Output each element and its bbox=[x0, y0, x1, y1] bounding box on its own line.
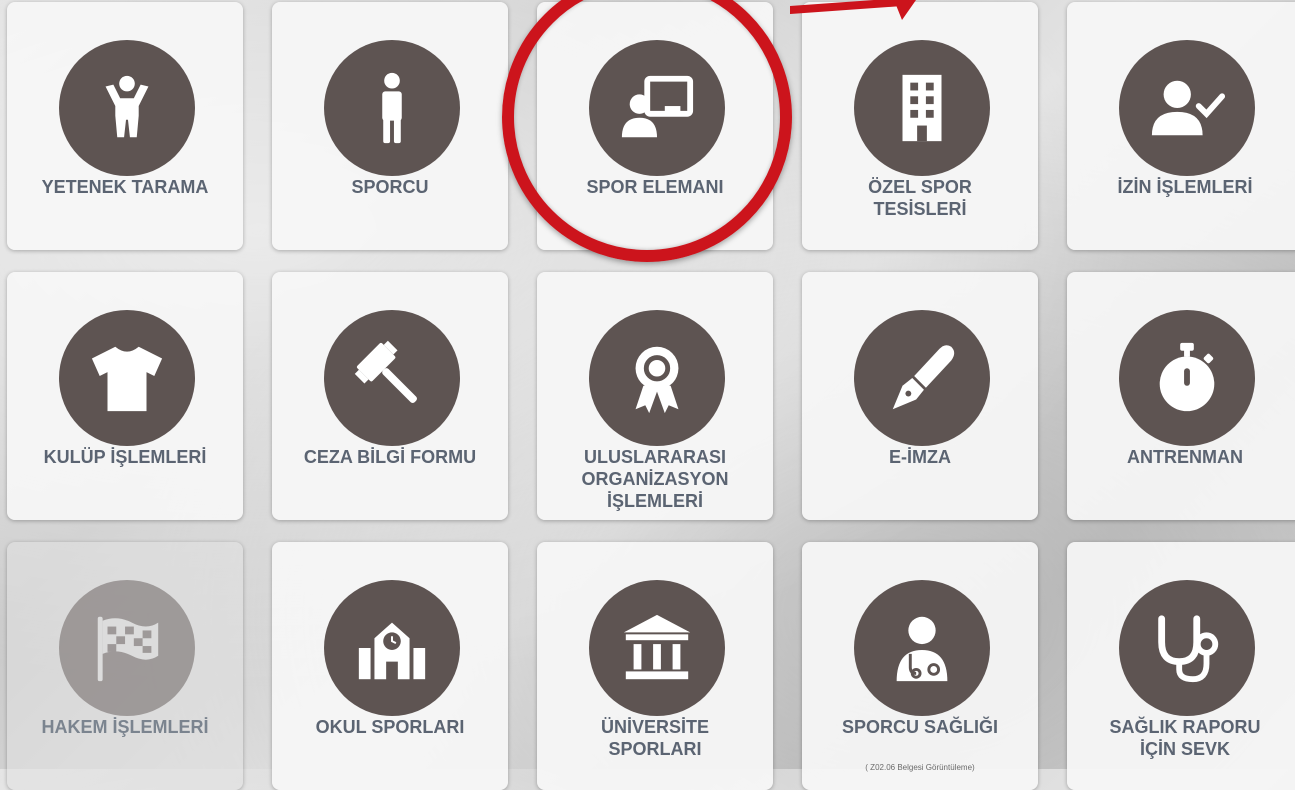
gavel-icon bbox=[324, 310, 460, 446]
stethoscope-icon bbox=[1119, 580, 1255, 716]
tile-label: ANTRENMAN bbox=[1127, 447, 1243, 467]
tile-ozel-spor-tesisleri[interactable]: ÖZEL SPOR TESİSLERİ bbox=[802, 2, 1038, 250]
tile-sporcu-sagligi[interactable]: SPORCU SAĞLIĞI ( Z02.06 Belgesi Görüntül… bbox=[802, 542, 1038, 790]
tile-izin-islemleri[interactable]: İZİN İŞLEMLERİ bbox=[1067, 2, 1295, 250]
tile-label: HAKEM İŞLEMLERİ bbox=[41, 717, 209, 737]
university-icon bbox=[589, 580, 725, 716]
tile-e-imza[interactable]: E-İMZA bbox=[802, 272, 1038, 520]
tile-label: KULÜP İŞLEMLERİ bbox=[43, 447, 207, 467]
tile-label: SPORCU SAĞLIĞI bbox=[841, 717, 998, 737]
award-ribbon-icon bbox=[589, 310, 725, 446]
tile-label: CEZA BİLGİ FORMU bbox=[303, 447, 477, 467]
presentation-board-icon bbox=[589, 40, 725, 176]
tshirt-icon bbox=[59, 310, 195, 446]
tile-label: YETENEK TARAMA bbox=[41, 177, 209, 197]
tile-ceza-bilgi-formu[interactable]: CEZA BİLGİ FORMU bbox=[272, 272, 508, 520]
person-icon bbox=[324, 40, 460, 176]
doctor-icon bbox=[854, 580, 990, 716]
tile-sporcu[interactable]: SPORCU bbox=[272, 2, 508, 250]
fountain-pen-icon bbox=[854, 310, 990, 446]
checkered-flag-icon bbox=[59, 580, 195, 716]
tile-label: ÖZEL SPOR TESİSLERİ bbox=[868, 177, 972, 219]
building-icon bbox=[854, 40, 990, 176]
user-check-icon bbox=[1119, 40, 1255, 176]
school-icon bbox=[324, 580, 460, 716]
tile-yetenek-tarama[interactable]: YETENEK TARAMA bbox=[7, 2, 243, 250]
tile-okul-sporlari[interactable]: OKUL SPORLARI bbox=[272, 542, 508, 790]
tile-label: SAĞLIK RAPORU İÇİN SEVK bbox=[1109, 717, 1261, 759]
tile-label: ULUSLARARASI ORGANİZASYON İŞLEMLERİ bbox=[581, 447, 729, 511]
child-icon bbox=[59, 40, 195, 176]
tile-label: E-İMZA bbox=[889, 447, 951, 467]
tile-saglik-raporu-icin-sevk[interactable]: SAĞLIK RAPORU İÇİN SEVK bbox=[1067, 542, 1295, 790]
tile-kulup-islemleri[interactable]: KULÜP İŞLEMLERİ bbox=[7, 272, 243, 520]
tile-label: SPORCU bbox=[351, 177, 429, 197]
tile-label: OKUL SPORLARI bbox=[315, 717, 465, 737]
tile-universite-sporlari[interactable]: ÜNİVERSİTE SPORLARI bbox=[537, 542, 773, 790]
tile-spor-elemani[interactable]: SPOR ELEMANI bbox=[537, 2, 773, 250]
tile-label: ÜNİVERSİTE SPORLARI bbox=[600, 717, 710, 759]
tile-antrenman[interactable]: ANTRENMAN bbox=[1067, 272, 1295, 520]
stopwatch-icon bbox=[1119, 310, 1255, 446]
tile-label: İZİN İŞLEMLERİ bbox=[1117, 177, 1253, 197]
tile-label: SPOR ELEMANI bbox=[586, 177, 724, 197]
tile-hakem-islemleri[interactable]: HAKEM İŞLEMLERİ bbox=[7, 542, 243, 790]
tile-sublabel: ( Z02.06 Belgesi Görüntüleme) bbox=[865, 763, 975, 772]
tile-uluslararasi-organizasyon[interactable]: ULUSLARARASI ORGANİZASYON İŞLEMLERİ bbox=[537, 272, 773, 520]
